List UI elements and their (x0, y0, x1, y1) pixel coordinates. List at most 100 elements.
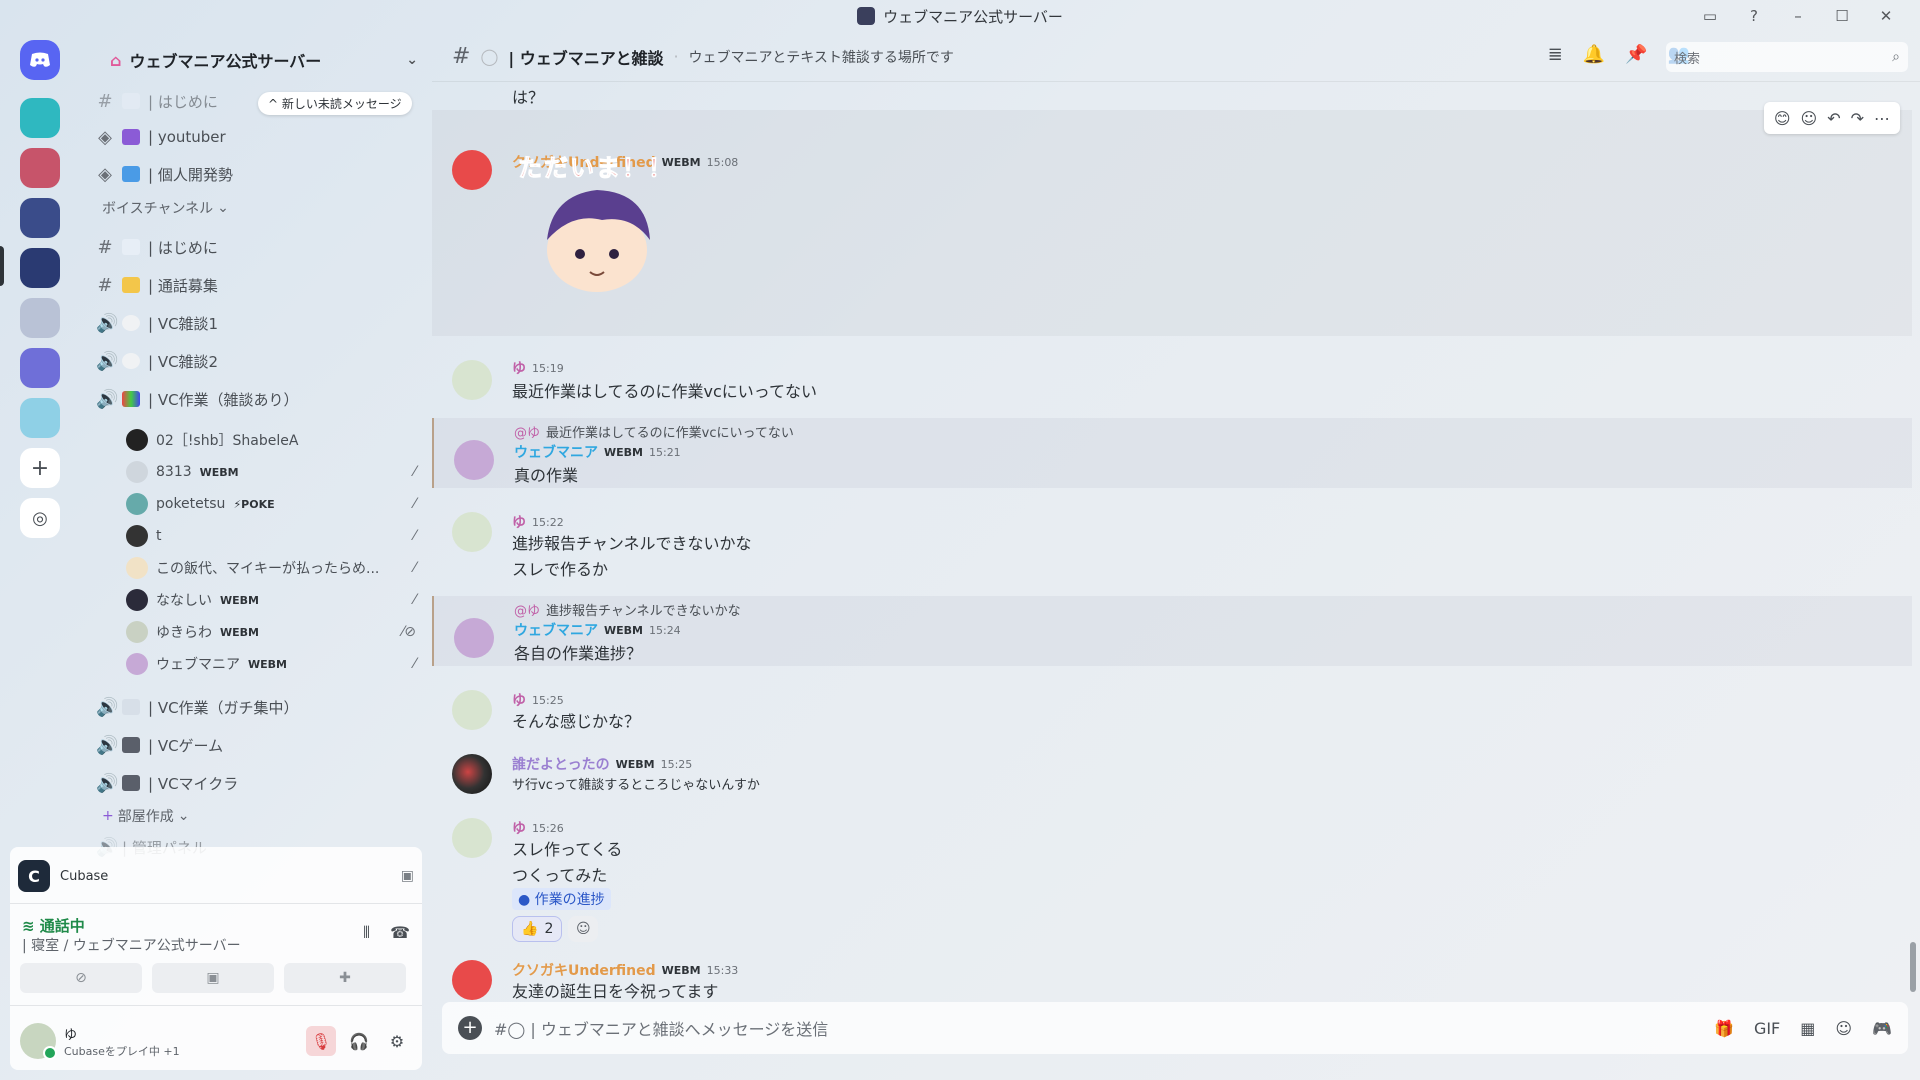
current-user[interactable]: ゆ Cubaseをプレイ中 +1 🎙 🎧 ⚙ (20, 1019, 412, 1063)
composer-input[interactable]: #◯ | ウェブマニアと雑談へメッセージを送信 (494, 1016, 828, 1040)
add-reaction-icon[interactable]: ☺ (568, 916, 599, 942)
headphones-icon[interactable]: 🎧 (344, 1026, 374, 1056)
server-icon-6[interactable] (20, 348, 60, 388)
disconnect-icon[interactable]: ☎ (390, 923, 410, 943)
server-icon-3[interactable] (20, 198, 60, 238)
gif-icon[interactable]: GIF (1754, 1019, 1780, 1038)
inbox-icon[interactable]: ▭ (1688, 0, 1732, 32)
voice-channel-item[interactable]: 🔊 | VC雑談2 (96, 344, 218, 378)
forward-icon[interactable]: ↷ (1851, 109, 1864, 128)
server-icon-5[interactable] (20, 298, 60, 338)
message-author[interactable]: ゆ (512, 690, 526, 710)
channel-item[interactable]: # | はじめに (96, 84, 217, 118)
add-reaction-icon[interactable]: ☺ (1801, 109, 1818, 128)
vc-user[interactable]: ゆきらわ WEBM ⁄⊘ (126, 616, 426, 648)
server-header[interactable]: ⌂ ウェブマニア公式サーバー ⌄ (90, 40, 430, 80)
voice-channel-item[interactable]: 🔊 | VC作業（ガチ集中） (96, 690, 299, 724)
close-button[interactable]: ✕ (1864, 0, 1908, 32)
vc-user[interactable]: t ⁄ (126, 520, 426, 552)
message-author[interactable]: クソガキUnderfined (512, 960, 656, 980)
vc-user-name: ななしい (156, 593, 212, 609)
gift-icon[interactable]: 🎁 (1714, 1019, 1734, 1038)
reaction-thumbs-up[interactable]: 👍 2 (512, 916, 563, 942)
threads-icon[interactable]: ≣ (1548, 44, 1563, 65)
vc-user[interactable]: 02［!shb］ShabeleA (126, 424, 426, 456)
screen-share-icon[interactable]: ▣ (401, 868, 414, 884)
reply-reference[interactable]: @ゆ 進捗報告チャンネルできないかな (514, 600, 741, 619)
message[interactable]: ゆ 15:22 進捗報告チャンネルできないかな スレで作るか (432, 502, 1912, 582)
settings-gear-icon[interactable]: ⚙ (382, 1026, 412, 1056)
server-icon-4[interactable] (20, 248, 60, 288)
discover-icon[interactable]: ◎ (20, 498, 60, 538)
category-voice[interactable]: ボイスチャンネル ⌄ (102, 198, 229, 218)
vc-user[interactable]: ウェブマニア WEBM ⁄ (126, 648, 426, 680)
minimize-button[interactable]: – (1776, 0, 1820, 32)
camera-off-button[interactable]: ⊘ (20, 963, 142, 993)
bell-icon[interactable]: 🔔 (1583, 44, 1605, 65)
message-author[interactable]: 誰だよとったの (512, 754, 610, 774)
message-toolbar: 😊 ☺ ↶ ↷ ⋯ (1763, 102, 1900, 134)
apps-icon[interactable]: 🎮 (1872, 1019, 1892, 1038)
search-input[interactable]: 検索 ⌕ (1666, 42, 1908, 72)
new-unread-pill[interactable]: ^ 新しい未読メッセージ (258, 92, 412, 115)
scrollbar[interactable] (1910, 942, 1916, 992)
mic-muted-icon[interactable]: 🎙 (306, 1026, 336, 1056)
voice-location[interactable]: | 寝室 / ウェブマニア公式サーバー (22, 935, 241, 955)
vc-user[interactable]: 8313 WEBM ⁄ (126, 456, 426, 488)
vc-user[interactable]: この飯代、マイキーが払ったらめ... ⁄ (126, 552, 426, 584)
screen-share-button[interactable]: ▣ (152, 963, 274, 993)
help-icon[interactable]: ? (1732, 0, 1776, 32)
server-icon-1[interactable] (20, 98, 60, 138)
message-author[interactable]: ウェブマニア (514, 620, 598, 640)
add-server-icon[interactable]: + (20, 448, 60, 488)
server-icon-2[interactable] (20, 148, 60, 188)
vc-user[interactable]: poketetsu ⚡POKE ⁄ (126, 488, 426, 520)
message[interactable]: は？ (432, 82, 1912, 110)
reply-icon[interactable]: ↶ (1827, 109, 1840, 128)
vc-user[interactable]: ななしい WEBM ⁄ (126, 584, 426, 616)
message-composer[interactable]: + #◯ | ウェブマニアと雑談へメッセージを送信 🎁 GIF ▦ ☺ 🎮 (442, 1002, 1908, 1054)
message[interactable]: @ゆ 進捗報告チャンネルできないかな ウェブマニア WEBM 15:24 各自の… (432, 596, 1912, 666)
voice-channel-item[interactable]: 🔊 | VC作業（雑談あり） (96, 382, 299, 416)
sticker-icon[interactable]: ▦ (1800, 1019, 1815, 1038)
message[interactable]: ゆ 15:25 そんな感じかな？ (432, 682, 1912, 738)
message-author[interactable]: ゆ (512, 358, 526, 378)
channel-item[interactable]: ◈ | youtuber (96, 120, 226, 154)
server-name: ウェブマニア公式サーバー (129, 52, 322, 71)
message[interactable]: ゆ 15:19 最近作業はしてるのに作業vcにいってない (432, 350, 1912, 410)
message-author[interactable]: ゆ (512, 818, 526, 838)
activities-button[interactable]: ✚ (284, 963, 406, 993)
message[interactable]: 誰だよとったの WEBM 15:25 サ行vcって雑談するところじゃないんすか (432, 746, 1912, 802)
active-server-indicator (0, 246, 4, 286)
more-icon[interactable]: ⋯ (1874, 109, 1890, 128)
category-room-create[interactable]: + 部屋作成 ⌄ (102, 806, 189, 826)
channel-item[interactable]: ◈ | 個人開発勢 (96, 157, 233, 191)
channel-item[interactable]: # | 通話募集 (96, 268, 217, 302)
message[interactable]: @ゆ 最近作業はしてるのに作業vcにいってない ウェブマニア WEBM 15:2… (432, 418, 1912, 488)
server-icon-7[interactable] (20, 398, 60, 438)
emoji-icon[interactable]: ☺ (1835, 1019, 1852, 1038)
channel-label: | VC雑談2 (148, 352, 219, 371)
sticker-image[interactable] (532, 180, 662, 300)
reaction-quick-icon[interactable]: 😊 (1774, 109, 1791, 128)
voice-connected-status[interactable]: ≋ 通話中 (22, 915, 85, 936)
message-author[interactable]: ゆ (512, 512, 526, 532)
pin-icon[interactable]: 📌 (1625, 44, 1647, 65)
attach-plus-icon[interactable]: + (458, 1016, 482, 1040)
activity-card[interactable]: C Cubase ▣ (18, 857, 414, 895)
message[interactable]: ゆ 15:26 スレ作ってくる つくってみた ● 作業の進捗 👍 2 ☺ (432, 810, 1912, 950)
channel-topic[interactable]: ウェブマニアとテキスト雑談する場所です (689, 47, 954, 67)
voice-status-label: 通話中 (39, 917, 85, 935)
message-author[interactable]: ウェブマニア (514, 442, 598, 462)
thread-link[interactable]: ● 作業の進捗 (512, 888, 611, 910)
voice-channel-item[interactable]: 🔊 | VC雑談1 (96, 306, 218, 340)
message[interactable]: クソガキUnderfined WEBM 15:33 友達の誕生日を今祝ってます (432, 956, 1912, 1002)
reply-reference[interactable]: @ゆ 最近作業はしてるのに作業vcにいってない (514, 422, 794, 441)
voice-channel-item[interactable]: 🔊 | VCマイクラ (96, 766, 238, 800)
noise-suppression-icon[interactable]: ⦀ (363, 923, 370, 943)
discord-home-icon[interactable] (20, 40, 60, 80)
voice-channel-item[interactable]: 🔊 | VCゲーム (96, 728, 223, 762)
server-tag-badge: WEBM (615, 757, 655, 771)
channel-item[interactable]: # | はじめに (96, 230, 217, 264)
maximize-button[interactable]: ☐ (1820, 0, 1864, 32)
